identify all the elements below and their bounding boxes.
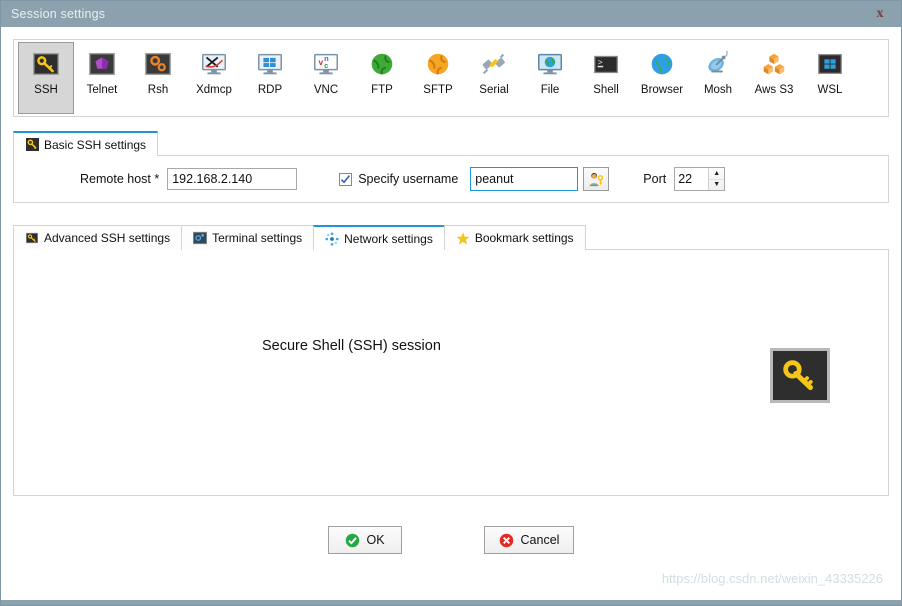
key-icon [31, 49, 61, 79]
spinner-down-icon[interactable]: ▼ [709, 180, 724, 191]
blue-globe-icon [647, 49, 677, 79]
session-type-telnet[interactable]: Telnet [74, 42, 130, 114]
session-type-label: Telnet [86, 84, 118, 96]
dialog-footer: OK Cancel https://blog.csdn.net/weixin_4… [11, 496, 891, 600]
session-type-file[interactable]: File [522, 42, 578, 114]
session-type-label: Serial [479, 84, 509, 96]
port-spinner-arrows[interactable]: ▲ ▼ [708, 168, 725, 191]
close-icon[interactable]: x [869, 1, 891, 27]
tab-label: Network settings [344, 231, 433, 246]
tab-label: Advanced SSH settings [44, 231, 171, 245]
basic-settings-panel: Remote host * Specify username [13, 155, 889, 203]
session-type-label: Mosh [703, 84, 733, 96]
orange-cubes-icon [759, 49, 789, 79]
specify-username-label: Specify username [358, 172, 459, 186]
session-type-ssh[interactable]: SSH [18, 42, 74, 114]
session-type-toolbar: SSH Telnet Rsh Xdmcp RDP v n c VNC FTP SFTP Serial F… [13, 39, 889, 117]
ok-button[interactable]: OK [327, 526, 402, 554]
tab-label: Bookmark settings [474, 231, 574, 245]
tab-network-settings[interactable]: Network settings [313, 225, 445, 250]
session-description: Secure Shell (SSH) session [262, 338, 441, 354]
settings-tab-strip: Advanced SSH settings Terminal settings Ne… [13, 225, 889, 250]
watermark-text: https://blog.csdn.net/weixin_43335226 [661, 571, 883, 586]
specify-username-checkbox[interactable] [339, 172, 353, 186]
ok-label: OK [366, 533, 385, 547]
user-key-button[interactable] [583, 167, 610, 191]
session-type-label: Shell [593, 84, 619, 96]
session-type-label: VNC [313, 84, 339, 96]
session-type-xdmcp[interactable]: Xdmcp [186, 42, 242, 114]
globe-monitor-icon [535, 49, 565, 79]
session-type-label: Browser [640, 84, 684, 96]
remote-host-label: Remote host * [80, 172, 160, 186]
session-type-label: Aws S3 [754, 84, 794, 96]
network-nodes-icon [325, 231, 339, 246]
tab-bookmark-settings[interactable]: Bookmark settings [443, 225, 586, 250]
session-type-wsl[interactable]: WSL [802, 42, 858, 114]
tab-label: Basic SSH settings [44, 137, 147, 152]
green-globe-icon [367, 49, 397, 79]
x-monitor-icon [199, 49, 229, 79]
svg-text:v: v [319, 57, 324, 67]
session-type-shell[interactable]: > Shell [578, 42, 634, 114]
session-type-rsh[interactable]: Rsh [130, 42, 186, 114]
username-input[interactable] [470, 167, 579, 191]
green-check-icon [345, 533, 359, 547]
title-bar: Session settings x [1, 1, 901, 27]
session-type-label: WSL [817, 84, 843, 96]
orange-globe-icon [423, 49, 453, 79]
vnc-monitor-icon: vnc [311, 49, 341, 79]
windows-logo-icon [815, 49, 845, 79]
terminal-settings-icon [193, 231, 208, 245]
basic-form-row: Remote host * Specify username [28, 167, 874, 191]
port-input[interactable] [675, 168, 709, 190]
satellite-dish-icon [703, 49, 733, 79]
dialog-body: SSH Telnet Rsh Xdmcp RDP v n c VNC FTP SFTP Serial F… [1, 27, 901, 600]
port-label: Port [643, 172, 667, 186]
session-type-ftp[interactable]: FTP [354, 42, 410, 114]
red-x-icon [499, 533, 513, 547]
star-icon [456, 231, 470, 245]
key-icon [25, 231, 39, 245]
session-type-label: SSH [34, 84, 58, 96]
session-type-vnc[interactable]: v n c VNC [298, 42, 354, 114]
window-title: Session settings [11, 7, 106, 21]
session-type-mosh[interactable]: Mosh [690, 42, 746, 114]
session-type-awss3[interactable]: Aws S3 [746, 42, 802, 114]
checkmark-icon [341, 174, 351, 183]
session-type-label: RDP [257, 84, 283, 96]
tab-advanced-ssh-settings[interactable]: Advanced SSH settings [13, 225, 183, 250]
session-type-label: File [540, 84, 560, 96]
basic-tab-strip: Basic SSH settings [13, 131, 889, 156]
orange-gears-icon [143, 49, 173, 79]
tab-label: Terminal settings [212, 231, 303, 245]
session-type-rdp[interactable]: RDP [242, 42, 298, 114]
windows-monitor-icon [255, 49, 285, 79]
bottom-accent-bar [1, 600, 901, 605]
user-key-icon [589, 172, 603, 186]
key-icon [25, 138, 39, 152]
terminal-icon: > [591, 49, 621, 79]
session-key-icon [770, 348, 830, 403]
session-content-panel: Secure Shell (SSH) session [13, 249, 889, 496]
cancel-label: Cancel [520, 533, 560, 547]
tab-terminal-settings[interactable]: Terminal settings [181, 225, 315, 250]
spinner-up-icon[interactable]: ▲ [709, 168, 725, 180]
remote-host-input[interactable] [167, 168, 298, 190]
session-type-label: FTP [371, 84, 393, 96]
tab-basic-ssh-settings[interactable]: Basic SSH settings [13, 131, 159, 156]
session-type-browser[interactable]: Browser [634, 42, 690, 114]
cancel-button[interactable]: Cancel [483, 526, 575, 554]
purple-cube-icon [87, 49, 117, 79]
svg-text:c: c [324, 61, 328, 70]
session-type-label: SFTP [423, 84, 453, 96]
session-settings-dialog: Session settings x SSH Telnet Rsh Xdmcp RDP v… [0, 0, 902, 606]
session-type-serial[interactable]: Serial [466, 42, 522, 114]
session-type-label: Rsh [147, 84, 169, 96]
plug-connector-icon [479, 49, 509, 79]
port-stepper[interactable]: ▲ ▼ [674, 167, 726, 191]
session-type-label: Xdmcp [196, 84, 232, 96]
session-type-sftp[interactable]: SFTP [410, 42, 466, 114]
